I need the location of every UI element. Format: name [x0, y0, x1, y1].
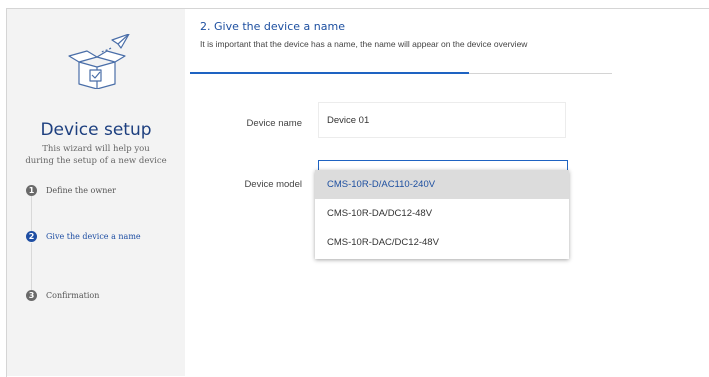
sidebar: Device setup This wizard will help you d… — [7, 9, 185, 376]
device-model-label: Device model — [244, 179, 302, 190]
dropdown-option[interactable]: CMS-10R-D/AC110-240V — [315, 170, 569, 199]
sidebar-subtitle-line-1: This wizard will help you — [42, 144, 150, 154]
page-title: 2. Give the device a name — [200, 20, 345, 33]
sidebar-title: Device setup — [40, 120, 152, 140]
device-name-input[interactable] — [318, 102, 566, 138]
open-box-with-paper-plane-icon — [68, 34, 130, 89]
step-give-device-name[interactable]: 2 Give the device a name — [26, 229, 141, 243]
dropdown-option[interactable]: CMS-10R-DA/DC12-48V — [315, 199, 569, 228]
step-label: Define the owner — [46, 185, 116, 195]
dropdown-option[interactable]: CMS-10R-DAC/DC12-48V — [315, 228, 569, 257]
step-number: 1 — [26, 184, 37, 196]
page-description: It is important that the device has a na… — [200, 39, 528, 49]
step-connector — [31, 243, 32, 293]
step-label: Confirmation — [46, 290, 100, 300]
step-confirmation[interactable]: 3 Confirmation — [26, 288, 99, 302]
device-name-label: Device name — [246, 118, 302, 129]
step-connector — [31, 196, 32, 231]
step-label: Give the device a name — [46, 231, 141, 241]
step-define-owner[interactable]: 1 Define the owner — [26, 183, 116, 197]
progress-bar — [190, 72, 612, 74]
sidebar-subtitle: This wizard will help you during the set… — [7, 143, 185, 167]
device-model-dropdown: CMS-10R-D/AC110-240V CMS-10R-DA/DC12-48V… — [315, 170, 569, 259]
step-number: 2 — [26, 230, 37, 242]
sidebar-subtitle-line-2: during the setup of a new device — [25, 156, 167, 166]
step-number: 3 — [26, 289, 37, 301]
progress-bar-fill — [190, 72, 469, 74]
